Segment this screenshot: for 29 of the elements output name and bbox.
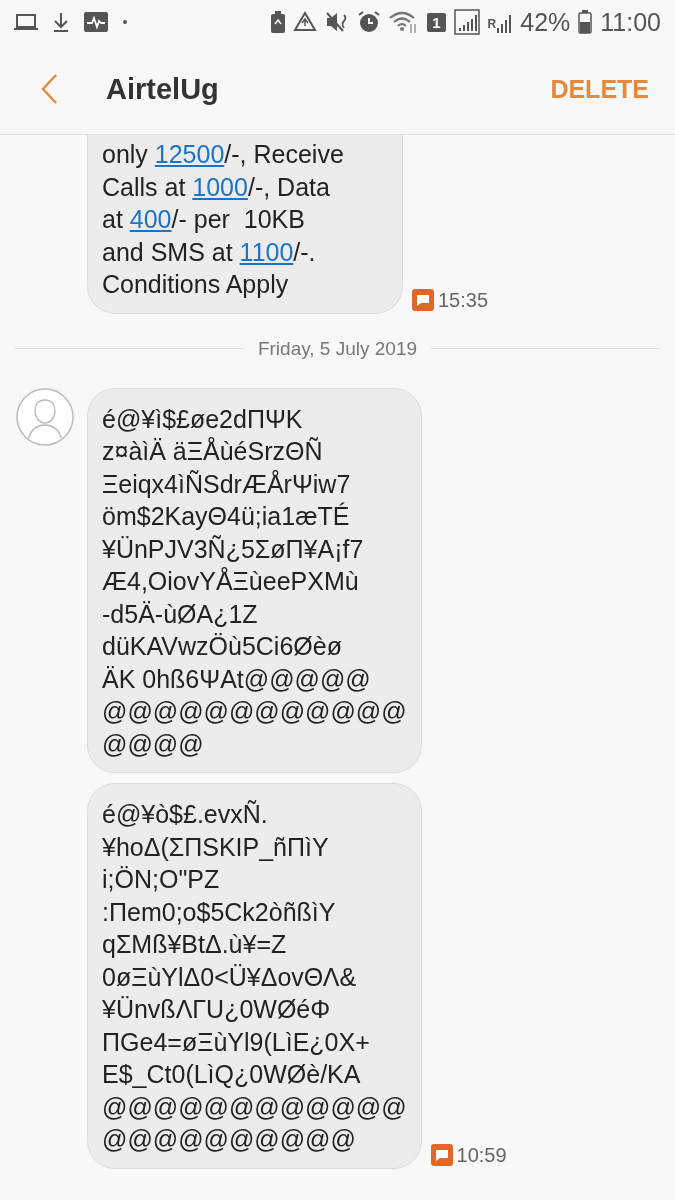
message-bubble[interactable]: é@¥ò$£.evxÑ. ¥hoΔ(ΣΠSKIP_ñΠìY i;ÖN;O"PZ :Πem0;o$5Ck2òñßìY qΣMß¥BtΔ.ù¥=Z 0øΞùYlΔ0<Ü¥ΔovΘΛ& ¥ÜnvßΛΓU¿0WØéΦ ΠGe4=øΞùYl9(LìE¿0X+ E$_Ct0(LìQ¿0WØè/KA @@@@@@@@@@@@ @@@@@@@@@@ [87,783,422,1169]
number-link[interactable]: 400 [129,205,172,233]
message-text: é@¥ò$£.evxÑ. ¥hoΔ(ΣΠSKIP_ñΠìY i;ÖN;O"PZ :Πem0;o$5Ck2òñßìY qΣMß¥BtΔ.ù¥=Z 0øΞùYlΔ0<Ü¥ΔovΘΛ& ¥ÜnvßΛΓU¿0WØéΦ ΠGe4=øΞùYl9(LìE¿0X+ E$_Ct0(LìQ¿0WØè/KA @@@@@@@@@@@@ @@@@@@@@@@ [102,799,407,1155]
number-link[interactable]: 1100 [239,237,294,266]
sms-icon [430,1144,453,1166]
signal-icon [453,9,480,35]
message-text: only 12500/-, Receive Calls at 1000/-, Data at 400/- per 10KB and SMS at 1100/-. Conditions Apply [102,139,345,300]
clock-time: 11:00 [600,7,661,37]
delete-button[interactable]: DELETE [546,70,653,108]
download-icon [52,12,70,32]
sms-icon [412,289,434,311]
message-time: 15:35 [438,288,489,312]
message-time: 10:59 [456,1143,507,1167]
battery-icon [578,10,593,34]
battery-percentage: 42% [520,7,571,37]
conversation-title: AirtelUg [106,72,220,106]
message-bubble[interactable]: é@¥ì$£øe2dΠΨK z¤àìÄ äΞÅùéSrzΘÑ Ξeiqx4ìÑSdrÆÅrΨiw7 öm$2KayΘ4ü;ia1æTÉ ¥ÜnPJV3Ñ¿5ΣøΠ¥A¡f7 Æ4,OiovYÅΞùeePXMù -d5Ä-ùØA¿1Z düKAVwzÖù5Ci6Øèø ÄK 0hß6ΨAt@@@@@ @@@@@@@@@@@@ @@@@ [87,387,422,773]
sim-badge: 1 [427,12,446,32]
alarm-icon [357,10,382,34]
message-bubble[interactable]: only 12500/-, Receive Calls at 1000/-, Data at 400/- per 10KB and SMS at 1100/-. Conditions Apply [87,134,403,314]
laptop-icon [14,13,38,31]
battery-saver-icon [271,11,286,33]
roaming-indicator: R [487,16,497,31]
activity-icon [84,12,108,32]
number-link[interactable]: 1000 [192,172,248,201]
dot-icon [122,19,128,25]
avatar-icon [16,387,74,446]
message-text: é@¥ì$£øe2dΠΨK z¤àìÄ äΞÅùéSrzΘÑ Ξeiqx4ìÑSdrÆÅrΨiw7 öm$2KayΘ4ü;ia1æTÉ ¥ÜnPJV3Ñ¿5ΣøΠ¥A¡f7 Æ4,OiovYÅΞùeePXMù -d5Ä-ùØA¿1Z düKAVwzÖù5Ci6Øèø ÄK 0hß6ΨAt@@@@@ @@@@@@@@@@@@ @@@@ [102,403,407,760]
date-separator: Friday, 5 July 2019 [257,337,418,360]
